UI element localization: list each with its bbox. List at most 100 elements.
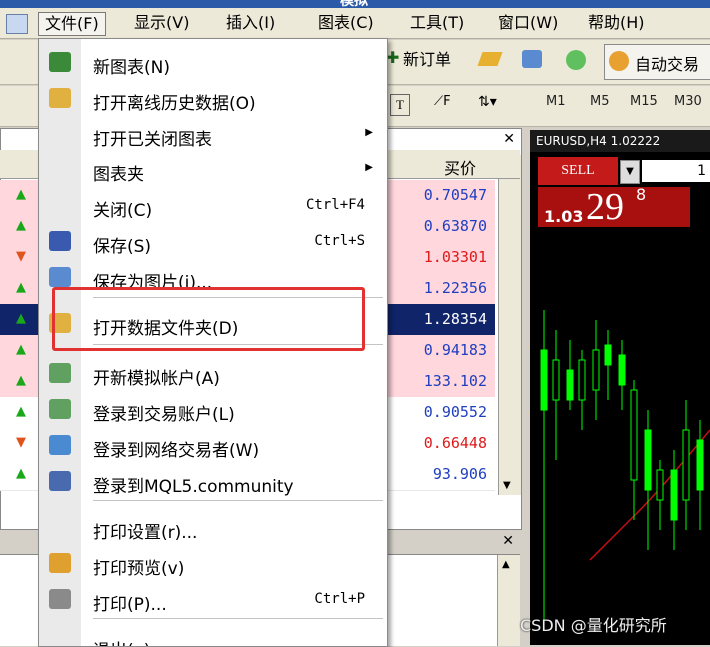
- up-arrow-icon: ▲: [16, 342, 26, 357]
- submenu-arrow-icon: ▶: [365, 162, 373, 173]
- file-menu-item[interactable]: 打开已关闭图表 ▶: [39, 117, 387, 151]
- price-pipette: 8: [636, 185, 647, 204]
- market-watch-scrollbar[interactable]: ▲ ▼: [498, 155, 521, 495]
- bid-price: 1.03301: [423, 248, 487, 266]
- bid-price: 0.94183: [423, 341, 487, 359]
- lot-dropdown-icon[interactable]: ▼: [620, 160, 640, 184]
- save-icon: [49, 231, 71, 251]
- chart-window[interactable]: EURUSD,H4 1.02222 SELL ▼ 1 1.03 29 8: [530, 130, 710, 645]
- menu-item-label: 登录到MQL5.community: [93, 477, 294, 497]
- mql5-icon: [49, 471, 71, 491]
- menu-separator: [93, 500, 383, 501]
- file-menu-item[interactable]: 关闭(C) Ctrl+F4: [39, 188, 387, 222]
- menu-chart[interactable]: 图表(C): [312, 12, 380, 34]
- bid-price: 0.63870: [423, 217, 487, 235]
- menu-help[interactable]: 帮助(H): [582, 12, 651, 34]
- menu-item-label: 保存(S): [93, 237, 152, 257]
- file-menu-item[interactable]: 退出(x): [39, 628, 387, 646]
- chart-title: EURUSD,H4 1.02222: [530, 130, 710, 152]
- file-menu-item[interactable]: 登录到MQL5.community: [39, 464, 387, 498]
- menu-item-label: 图表夹: [93, 165, 144, 185]
- timeframe-m15[interactable]: M15: [630, 94, 658, 109]
- up-arrow-icon: ▲: [16, 311, 26, 326]
- login-trade-icon: [49, 399, 71, 419]
- menu-item-shortcut: Ctrl+P: [314, 591, 365, 607]
- candlestick-plot: [540, 310, 710, 620]
- menu-item-shortcut: Ctrl+F4: [305, 197, 365, 213]
- bid-price: 1.28354: [423, 310, 487, 328]
- bid-price: 0.66448: [423, 434, 487, 452]
- down-arrow-icon: ▼: [16, 435, 26, 450]
- menu-insert[interactable]: 插入(I): [220, 12, 281, 34]
- menu-item-label: 关闭(C): [93, 201, 153, 221]
- down-arrow-icon: ▼: [16, 249, 26, 264]
- menu-view[interactable]: 显示(V): [128, 12, 195, 34]
- auto-trade-icon: [609, 51, 629, 71]
- file-menu-item[interactable]: 打开离线历史数据(O): [39, 81, 387, 115]
- timeframe-m1[interactable]: M1: [546, 94, 566, 109]
- menu-item-shortcut: Ctrl+S: [314, 233, 365, 249]
- file-menu-item[interactable]: 打印预览(v): [39, 546, 387, 580]
- new-order-icon: ✚: [386, 48, 400, 67]
- menu-file[interactable]: 文件(F): [38, 12, 106, 36]
- bid-column-header[interactable]: 买价: [444, 155, 476, 179]
- navigator-scrollbar[interactable]: ▲: [497, 555, 520, 646]
- up-arrow-icon: ▲: [16, 187, 26, 202]
- file-menu-item[interactable]: 打印设置(r)...: [39, 510, 387, 544]
- lot-size-input[interactable]: 1: [642, 160, 710, 182]
- up-arrow-icon: ▲: [16, 404, 26, 419]
- bid-price: 1.22356: [423, 279, 487, 297]
- file-menu-item[interactable]: 保存(S) Ctrl+S: [39, 224, 387, 258]
- menu-item-label: 打印设置(r)...: [93, 523, 198, 543]
- watermark: CSDN @量化研究所: [520, 616, 667, 635]
- price-big-digits: 29: [586, 186, 624, 228]
- up-arrow-icon: ▲: [16, 373, 26, 388]
- print-preview-icon: [49, 553, 71, 573]
- file-menu-item[interactable]: 登录到交易账户(L): [39, 392, 387, 426]
- login-web-icon: [49, 435, 71, 455]
- timeframe-m5[interactable]: M5: [590, 94, 610, 109]
- text-tool-icon[interactable]: T: [390, 94, 410, 116]
- menu-item-label: 打开已关闭图表: [93, 130, 212, 150]
- navigator-close-icon[interactable]: ✕: [502, 533, 514, 549]
- file-menu-item[interactable]: 新图表(N): [39, 45, 387, 79]
- file-menu-item[interactable]: 开新模拟帐户(A): [39, 356, 387, 390]
- nav-scroll-up-icon[interactable]: ▲: [502, 559, 510, 570]
- up-arrow-icon: ▲: [16, 466, 26, 481]
- bid-price: 0.70547: [423, 186, 487, 204]
- signal-icon[interactable]: [566, 50, 586, 70]
- new-chart-icon: [49, 52, 71, 72]
- auto-trade-label: 自动交易: [635, 55, 700, 74]
- menu-bar: 文件(F) 显示(V) 插入(I) 图表(C) 工具(T) 窗口(W) 帮助(H…: [0, 8, 710, 39]
- menu-item-label: 打开离线历史数据(O): [93, 94, 256, 114]
- timeframe-m30[interactable]: M30: [674, 94, 702, 109]
- submenu-arrow-icon: ▶: [365, 127, 373, 138]
- menu-separator: [93, 618, 383, 619]
- menu-item-label: 打印(P)...: [93, 595, 167, 615]
- close-icon[interactable]: ✕: [503, 131, 515, 147]
- fibonacci-tool-icon[interactable]: ⟋F: [434, 94, 451, 109]
- bid-price: 0.90552: [423, 403, 487, 421]
- print-icon: [49, 589, 71, 609]
- file-menu-item[interactable]: 图表夹 ▶: [39, 152, 387, 186]
- auto-trade-button[interactable]: 自动交易: [604, 44, 710, 80]
- diamond-icon[interactable]: [477, 52, 503, 66]
- file-menu-item[interactable]: 打印(P)... Ctrl+P: [39, 582, 387, 616]
- price-prefix: 1.03: [544, 207, 584, 226]
- menu-window[interactable]: 窗口(W): [492, 12, 564, 34]
- up-arrow-icon: ▲: [16, 280, 26, 295]
- open-folder-icon: [49, 88, 71, 108]
- menu-tools[interactable]: 工具(T): [404, 12, 470, 34]
- save-picture-icon: [49, 267, 71, 287]
- arrows-tool-icon[interactable]: ⇅▾: [478, 94, 497, 110]
- app-menu-icon[interactable]: [6, 14, 28, 34]
- file-menu-item[interactable]: 登录到网络交易者(W): [39, 428, 387, 462]
- scroll-down-icon[interactable]: ▼: [503, 480, 511, 491]
- sell-price-box: 1.03 29 8: [538, 185, 690, 228]
- menu-item-label: 新图表(N): [93, 58, 170, 78]
- new-order-button[interactable]: 新订单: [403, 46, 451, 74]
- sell-button[interactable]: SELL: [538, 157, 618, 185]
- history-center-icon[interactable]: [522, 50, 542, 68]
- new-account-icon: [49, 363, 71, 383]
- title-bar: 模拟: [0, 0, 710, 9]
